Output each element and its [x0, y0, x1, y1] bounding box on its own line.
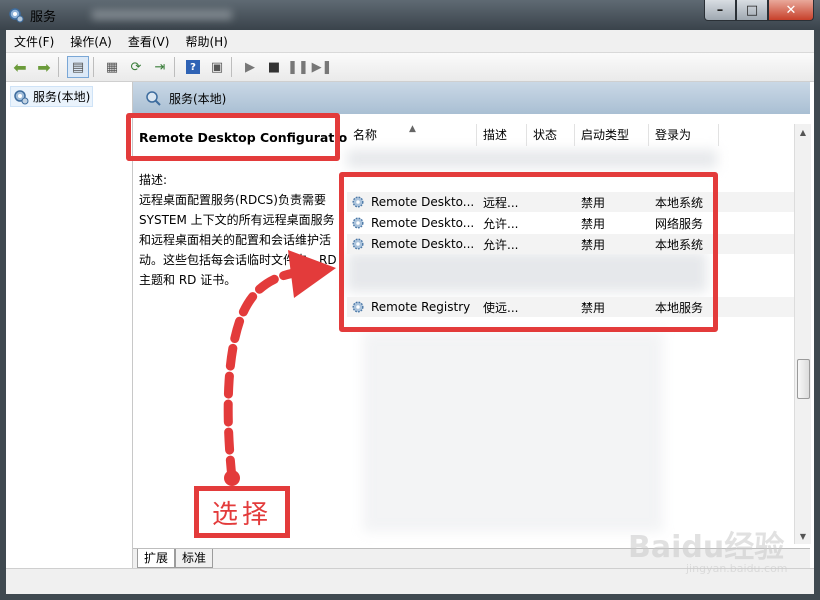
back-button[interactable]: ⬅: [10, 57, 30, 77]
scrollbar-thumb[interactable]: [797, 359, 810, 399]
tab-standard[interactable]: 标准: [175, 549, 214, 568]
forward-arrow-icon: ➡: [37, 57, 51, 77]
close-icon: ✕: [785, 2, 797, 18]
menu-bar: 文件(F) 操作(A) 查看(V) 帮助(H): [6, 30, 814, 53]
toolbar-separator: [174, 57, 175, 77]
description-line: SYSTEM 上下文的所有远程桌面服务: [139, 213, 335, 227]
refresh-button[interactable]: ⟳: [126, 57, 146, 77]
menu-help[interactable]: 帮助(H): [177, 33, 235, 50]
title-blur: [92, 10, 232, 20]
help-button[interactable]: ?: [183, 57, 203, 77]
toolbar: ⬅ ➡ ▤ ▦ ⟳ ⇥ ? ▣ ▶ ■ ❚❚ ▶❚: [6, 53, 814, 82]
tree-item-label: 服务(本地): [33, 90, 91, 104]
refresh-icon: ⟳: [130, 59, 142, 75]
description-line: 远程桌面配置服务(RDCS)负责需要: [139, 193, 326, 207]
column-header-label: 状态: [533, 128, 558, 142]
sort-ascending-icon: ▲: [409, 124, 416, 134]
menu-file[interactable]: 文件(F): [6, 33, 62, 50]
back-arrow-icon: ⬅: [13, 57, 27, 77]
column-header-label: 描述: [483, 128, 508, 142]
column-header-label: 名称: [353, 128, 378, 142]
title-bar: 服务 – □ ✕: [0, 0, 820, 30]
console-tree-icon: ▤: [71, 59, 85, 75]
column-header-status[interactable]: 状态: [527, 124, 575, 146]
show-action-pane-button[interactable]: ▣: [207, 57, 227, 77]
restart-icon: ▶❚: [311, 59, 333, 75]
services-gear-icon: [9, 8, 24, 23]
scroll-up-icon[interactable]: ▲: [795, 124, 811, 140]
export-list-button[interactable]: ⇥: [150, 57, 170, 77]
minimize-icon: –: [716, 2, 724, 18]
menu-view[interactable]: 查看(V): [120, 33, 178, 50]
pause-icon: ❚❚: [287, 59, 309, 75]
description-label: 描述:: [139, 173, 168, 187]
tree-item-services-local[interactable]: 服务(本地): [10, 86, 94, 107]
blurred-rows: [363, 332, 663, 532]
window-controls: – □ ✕: [704, 0, 814, 21]
annotation-select-label: 选择: [194, 486, 290, 538]
export-icon: ⇥: [154, 59, 166, 75]
window-frame-bottom: [0, 594, 820, 600]
watermark-url: jingyan.baidu.com: [686, 562, 788, 575]
minimize-button[interactable]: –: [704, 0, 736, 21]
services-pane-title: 服务(本地): [169, 91, 227, 106]
column-header-label: 启动类型: [581, 128, 630, 142]
pause-service-button[interactable]: ❚❚: [287, 57, 309, 77]
services-pane-header: 服务(本地): [133, 82, 810, 114]
menu-action[interactable]: 操作(A): [62, 33, 120, 50]
restart-service-button[interactable]: ▶❚: [311, 57, 333, 77]
toolbar-separator: [231, 57, 232, 77]
vertical-scrollbar[interactable]: ▲ ▼: [794, 124, 811, 544]
toolbar-separator: [93, 57, 94, 77]
watermark: Baidu经验 jingyan.baidu.com: [628, 512, 808, 582]
close-button[interactable]: ✕: [768, 0, 814, 21]
show-console-tree-button[interactable]: ▤: [67, 56, 89, 78]
highlight-box-service-name: [126, 113, 340, 161]
service-description: 描述: 远程桌面配置服务(RDCS)负责需要 SYSTEM 上下文的所有远程桌面…: [139, 170, 339, 290]
action-pane-icon: ▣: [210, 59, 224, 75]
console-tree: 服务(本地): [6, 82, 133, 568]
column-header-name[interactable]: ▲ 名称: [347, 124, 477, 146]
highlight-box-service-rows: [339, 172, 718, 332]
properties-button[interactable]: ▦: [102, 57, 122, 77]
stop-icon: ■: [267, 59, 281, 75]
services-gear-icon: [14, 89, 29, 104]
play-icon: ▶: [245, 59, 255, 75]
description-line: 动。这些包括每会话临时文件夹、RD: [139, 253, 337, 267]
column-headers: ▲ 名称 描述 状态 启动类型 登录为: [347, 124, 797, 146]
window-title: 服务: [30, 10, 57, 25]
tab-extended[interactable]: 扩展: [137, 549, 176, 568]
forward-button[interactable]: ➡: [34, 57, 54, 77]
column-header-logon-as[interactable]: 登录为: [649, 124, 719, 146]
help-icon: ?: [186, 60, 200, 74]
blurred-rows: [347, 150, 717, 168]
toolbar-separator: [58, 57, 59, 77]
maximize-icon: □: [745, 2, 759, 18]
stop-service-button[interactable]: ■: [264, 57, 284, 77]
maximize-button[interactable]: □: [736, 0, 768, 21]
watermark-brand: Baidu经验: [628, 530, 785, 565]
column-header-startup-type[interactable]: 启动类型: [575, 124, 649, 146]
description-line: 主题和 RD 证书。: [139, 273, 237, 287]
start-service-button[interactable]: ▶: [240, 57, 260, 77]
description-line: 和远程桌面相关的配置和会话维护活: [139, 233, 332, 247]
services-search-icon: [146, 91, 161, 106]
window-frame-right: [814, 30, 820, 600]
column-header-label: 登录为: [655, 128, 692, 142]
column-header-description[interactable]: 描述: [477, 124, 527, 146]
properties-icon: ▦: [105, 59, 119, 75]
